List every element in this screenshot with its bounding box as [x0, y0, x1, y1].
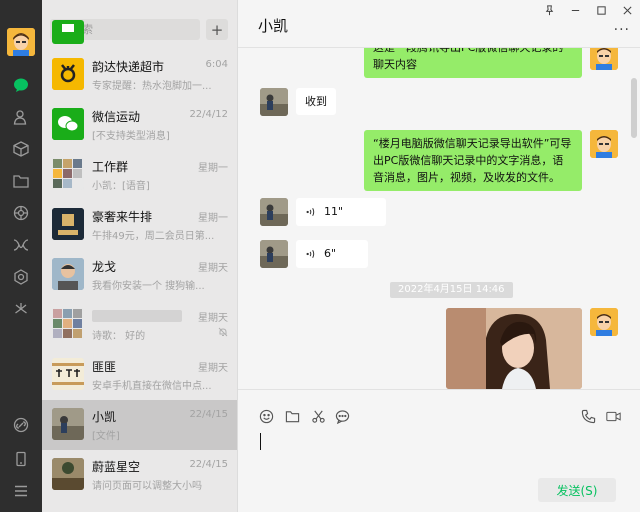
conversation-time: 星期一 — [198, 163, 228, 174]
conversation-name: 工作群 — [92, 160, 129, 174]
my-avatar[interactable] — [7, 28, 35, 56]
text-input-caret[interactable] — [260, 433, 261, 450]
chat-history-icon[interactable] — [334, 408, 350, 424]
screenshot-icon[interactable] — [310, 408, 326, 424]
conversation-avatar — [52, 358, 84, 390]
voice-duration: 6" — [324, 247, 337, 260]
left-nav — [0, 0, 42, 512]
moments-icon[interactable] — [11, 203, 31, 223]
conversation-time: 22/4/15 — [189, 409, 228, 420]
my-message-avatar — [590, 130, 618, 158]
contact-message-avatar — [260, 198, 288, 226]
message-bubble-incoming: 收到 — [296, 88, 336, 115]
conversation-name-blurred — [92, 310, 182, 322]
voice-duration: 11" — [324, 205, 344, 218]
conversation-preview: 午排49元，周二会员日第... — [92, 231, 215, 242]
contacts-icon[interactable] — [11, 107, 31, 127]
conversation-time: 22/4/12 — [189, 109, 228, 120]
list-item[interactable]: 蔚蓝星空 22/4/15 请问页面可以调整大小吗 — [42, 450, 237, 500]
my-message-avatar — [590, 308, 618, 336]
conversation-time: 星期天 — [198, 363, 228, 374]
conversation-preview: [文件] — [92, 431, 120, 442]
message-bubble-outgoing: 这是一段腾讯导出PC版微信聊天记录的聊天内容 — [364, 48, 582, 78]
favorites-icon[interactable] — [11, 139, 31, 159]
voice-wave-icon — [306, 250, 315, 258]
conversation-preview: [不支持类型消息] — [92, 131, 170, 142]
maximize-icon[interactable] — [594, 3, 608, 17]
pin-icon[interactable] — [542, 3, 556, 17]
conversation-avatar — [52, 20, 84, 44]
message-bubble-outgoing: “楼月电脑版微信聊天记录导出软件”可导出PC版微信聊天记录中的文字消息，语音消息… — [364, 130, 582, 191]
video-call-icon[interactable] — [604, 408, 622, 424]
chat-panel: 小凯 ··· 这是一段腾讯导出PC版微信聊天记录的聊天内容 收到 “楼月电脑版微… — [238, 0, 640, 512]
conversation-preview: 安卓手机直接在微信中点... — [92, 381, 212, 392]
input-area: 发送(S) — [238, 389, 640, 512]
conversation-name: 豪奢来牛排 — [92, 210, 153, 224]
message-scrollbar[interactable] — [631, 78, 637, 138]
conversation-preview: 诗歌： 好的 — [92, 331, 146, 342]
conversation-time: 星期天 — [198, 263, 228, 274]
conversation-name: 蔚蓝星空 — [92, 460, 141, 474]
minimize-icon[interactable] — [568, 3, 582, 17]
voice-wave-icon — [306, 208, 315, 216]
conversation-avatar — [52, 208, 84, 240]
contact-message-avatar — [260, 88, 288, 116]
conversation-time: 星期一 — [198, 213, 228, 224]
conversation-time: 6:04 — [205, 59, 228, 70]
conversation-name: 龙戈 — [92, 260, 117, 274]
conversation-name: 微信运动 — [92, 110, 141, 124]
send-button[interactable]: 发送(S) — [538, 478, 616, 502]
search-feature-icon[interactable] — [11, 267, 31, 287]
menu-icon[interactable] — [11, 481, 31, 501]
file-icon[interactable] — [284, 408, 300, 424]
voice-call-icon[interactable] — [580, 408, 596, 424]
list-item[interactable]: 豪奢来牛排 星期一 午排49元，周二会员日第... — [42, 200, 237, 250]
contact-message-avatar — [260, 240, 288, 268]
mini-programs-icon[interactable] — [11, 299, 31, 319]
conversation-name: 韵达快递超市 — [92, 60, 165, 74]
mini-program-link-icon[interactable] — [11, 415, 31, 435]
conversation-time: 22/4/15 — [189, 459, 228, 470]
conversation-avatar — [52, 408, 84, 440]
conversation-name: 匪匪 — [92, 360, 117, 374]
list-item[interactable]: 龙戈 星期天 我看你安装一个 搜狗输... — [42, 250, 237, 300]
list-item[interactable]: 工作群 星期一 小凯：[语音] — [42, 150, 237, 200]
conversation-preview: 请问页面可以调整大小吗 — [92, 481, 202, 492]
emoji-icon[interactable] — [258, 408, 274, 424]
conversation-name: 小凯 — [92, 410, 117, 424]
list-item[interactable]: 匪匪 星期天 安卓手机直接在微信中点... — [42, 350, 237, 400]
group-avatar — [52, 308, 84, 340]
conversation-preview: 小凯：[语音] — [92, 181, 150, 192]
image-message[interactable] — [446, 308, 582, 389]
mute-icon — [218, 327, 228, 337]
conversation-list-panel: + 韵达快递超市 6:04 专家提醒：热水泡脚加一... 微信运动 22/4/1… — [42, 0, 238, 512]
conversation-list: 韵达快递超市 6:04 专家提醒：热水泡脚加一... 微信运动 22/4/12 … — [42, 20, 237, 500]
conversation-avatar — [52, 258, 84, 290]
conversation-preview: 我看你安装一个 搜狗输... — [92, 281, 205, 292]
chat-title: 小凯 — [258, 17, 289, 35]
channels-icon[interactable] — [11, 235, 31, 255]
conversation-preview: 专家提醒：热水泡脚加一... — [92, 81, 212, 92]
conversation-time: 星期天 — [198, 313, 228, 324]
list-item[interactable]: 星期天 诗歌： 好的 — [42, 300, 237, 350]
list-item-selected[interactable]: 小凯 22/4/15 [文件] — [42, 400, 237, 450]
conversation-avatar — [52, 58, 84, 90]
voice-message[interactable]: 6" — [296, 240, 368, 268]
chat-header: 小凯 ··· — [238, 0, 640, 48]
message-area: 这是一段腾讯导出PC版微信聊天记录的聊天内容 收到 “楼月电脑版微信聊天记录导出… — [238, 48, 640, 389]
phone-icon[interactable] — [11, 449, 31, 469]
list-item[interactable]: 微信运动 22/4/12 [不支持类型消息] — [42, 100, 237, 150]
list-item[interactable] — [42, 20, 237, 50]
close-icon[interactable] — [620, 3, 634, 17]
chat-icon[interactable] — [11, 75, 31, 95]
message-timestamp: 2022年4月15日 14:46 — [390, 282, 513, 298]
voice-message[interactable]: 11" — [296, 198, 386, 226]
conversation-avatar — [52, 108, 84, 140]
my-message-avatar — [590, 48, 618, 70]
more-options-icon[interactable]: ··· — [614, 22, 630, 38]
conversation-avatar — [52, 458, 84, 490]
list-item[interactable]: 韵达快递超市 6:04 专家提醒：热水泡脚加一... — [42, 50, 237, 100]
group-avatar — [52, 158, 84, 190]
folder-icon[interactable] — [11, 171, 31, 191]
